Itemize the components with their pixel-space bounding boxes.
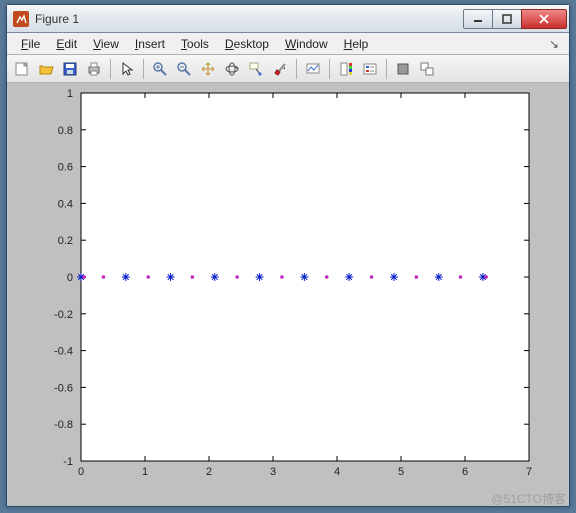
- svg-text:1: 1: [142, 466, 148, 478]
- svg-text:0.2: 0.2: [58, 235, 73, 247]
- figure-canvas[interactable]: 0 1 2 3 4 5 6 7 -1 -0.8 -0.6 -0.4 -0.2 0 0.2 0.4 0.6 0.8 1: [7, 83, 569, 506]
- svg-text:1: 1: [67, 88, 73, 100]
- menu-edit[interactable]: Edit: [48, 35, 85, 53]
- svg-text:4: 4: [334, 466, 340, 478]
- window-controls: [464, 9, 567, 29]
- new-figure-button[interactable]: [11, 58, 33, 80]
- axes[interactable]: 0 1 2 3 4 5 6 7 -1 -0.8 -0.6 -0.4 -0.2 0 0.2 0.4 0.6 0.8 1: [7, 83, 569, 506]
- save-button[interactable]: [59, 58, 81, 80]
- menu-help[interactable]: Help: [336, 35, 377, 53]
- data-cursor-button[interactable]: [245, 58, 267, 80]
- show-tools-button[interactable]: [416, 58, 438, 80]
- window-title: Figure 1: [35, 12, 464, 26]
- dock-arrow-icon[interactable]: ↘: [549, 37, 563, 51]
- maximize-button[interactable]: [492, 9, 522, 29]
- legend-button[interactable]: [359, 58, 381, 80]
- svg-text:0: 0: [67, 272, 73, 284]
- svg-text:7: 7: [526, 466, 532, 478]
- titlebar[interactable]: Figure 1: [7, 5, 569, 33]
- rotate-button[interactable]: [221, 58, 243, 80]
- menu-insert[interactable]: Insert: [127, 35, 173, 53]
- pan-button[interactable]: [197, 58, 219, 80]
- menubar: File Edit View Insert Tools Desktop Wind…: [7, 33, 569, 55]
- svg-text:0.4: 0.4: [58, 198, 73, 210]
- svg-text:-0.8: -0.8: [54, 419, 73, 431]
- svg-text:6: 6: [462, 466, 468, 478]
- svg-text:0.8: 0.8: [58, 125, 73, 137]
- svg-text:-0.4: -0.4: [54, 346, 73, 358]
- hide-tools-button[interactable]: [392, 58, 414, 80]
- menu-file[interactable]: File: [13, 35, 48, 53]
- print-button[interactable]: [83, 58, 105, 80]
- menu-view[interactable]: View: [85, 35, 127, 53]
- close-button[interactable]: [521, 9, 567, 29]
- svg-text:-0.2: -0.2: [54, 309, 73, 321]
- zoom-out-button[interactable]: [173, 58, 195, 80]
- figure-window: Figure 1 File Edit View Insert Tools Des…: [6, 4, 570, 507]
- svg-text:-1: -1: [63, 456, 73, 468]
- toolbar: [7, 55, 569, 83]
- svg-text:0.6: 0.6: [58, 162, 73, 174]
- svg-text:-0.6: -0.6: [54, 382, 73, 394]
- svg-text:5: 5: [398, 466, 404, 478]
- svg-text:0: 0: [78, 466, 84, 478]
- link-plot-button[interactable]: [302, 58, 324, 80]
- svg-text:2: 2: [206, 466, 212, 478]
- zoom-in-button[interactable]: [149, 58, 171, 80]
- menu-desktop[interactable]: Desktop: [217, 35, 277, 53]
- matlab-icon: [13, 11, 29, 27]
- edit-plot-button[interactable]: [116, 58, 138, 80]
- menu-tools[interactable]: Tools: [173, 35, 217, 53]
- svg-text:3: 3: [270, 466, 276, 478]
- brush-button[interactable]: [269, 58, 291, 80]
- open-button[interactable]: [35, 58, 57, 80]
- minimize-button[interactable]: [463, 9, 493, 29]
- menu-window[interactable]: Window: [277, 35, 336, 53]
- colorbar-button[interactable]: [335, 58, 357, 80]
